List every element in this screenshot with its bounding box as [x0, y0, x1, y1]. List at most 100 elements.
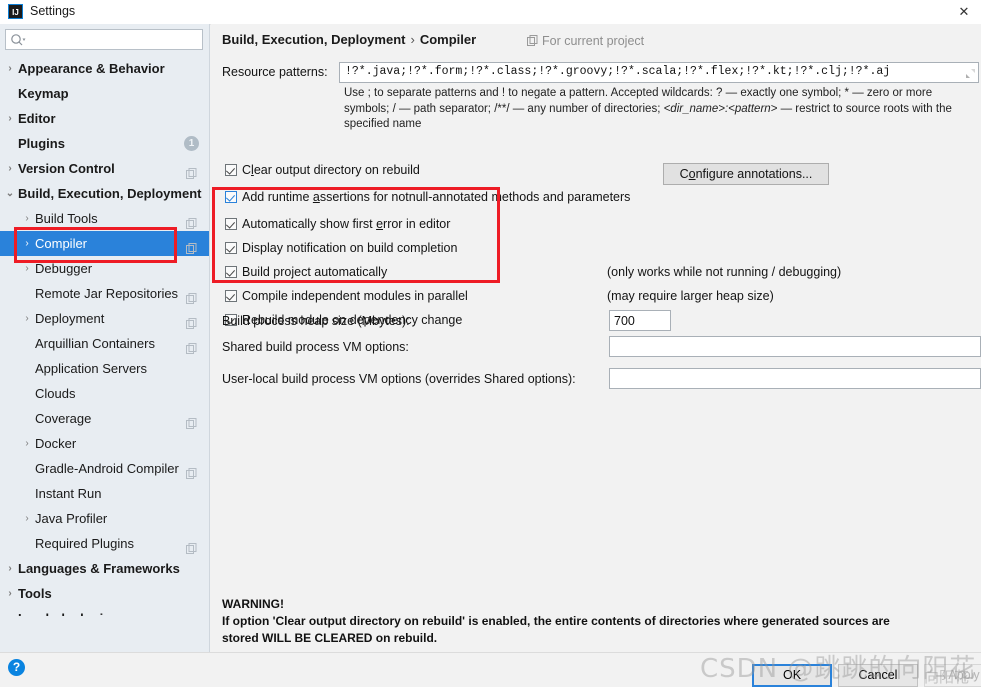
sidebar-item-label: Deployment: [35, 311, 105, 326]
help-line-2a: symbols; / — path separator; /**/ — any …: [344, 102, 664, 115]
sidebar-item-docker[interactable]: › Docker: [0, 431, 209, 456]
help-line-3: specified name: [344, 118, 422, 130]
dialog-footer: ?: [0, 652, 981, 687]
chevron-right-icon[interactable]: ›: [4, 581, 16, 606]
sidebar-item-editor[interactable]: › Editor: [0, 106, 209, 131]
sidebar-item-java-profiler[interactable]: › Java Profiler: [0, 506, 209, 531]
copy-icon: [186, 312, 197, 329]
checkbox-indicator[interactable]: [225, 164, 237, 176]
sidebar-item-clouds[interactable]: Clouds: [0, 381, 209, 406]
userlocal-vm-options-label: User-local build process VM options (ove…: [222, 372, 576, 386]
sidebar-item-lombok-plugin[interactable]: Lombok plugin: [0, 606, 209, 616]
checkbox-label: Compile independent modules in parallel: [242, 289, 468, 303]
checkbox-automatically-show-first-error[interactable]: Automatically show first error in editor: [225, 217, 450, 235]
checkbox-build-project-automatically[interactable]: Build project automatically: [225, 265, 387, 283]
search-input[interactable]: [28, 31, 202, 50]
sidebar-item-label: Plugins: [18, 136, 65, 151]
chevron-right-icon[interactable]: ›: [21, 506, 33, 531]
configure-annotations-button[interactable]: Configure annotations...: [663, 163, 829, 185]
sidebar-item-label: Keymap: [18, 86, 69, 101]
resource-patterns-field[interactable]: !?*.java;!?*.form;!?*.class;!?*.groovy;!…: [339, 62, 979, 83]
breadcrumb-separator: ›: [410, 32, 415, 47]
checkbox-label: Automatically show first error in editor: [242, 217, 451, 231]
checkbox-add-runtime-assertions-for[interactable]: Add runtime assertions for notnull-annot…: [225, 190, 630, 208]
sidebar-item-required-plugins[interactable]: Required Plugins: [0, 531, 209, 556]
settings-dialog: IJ Settings ✕ › Appearance & Behavior Keym…: [0, 0, 981, 687]
heap-size-label: Build process heap size (Mbytes):: [222, 314, 410, 328]
chevron-right-icon[interactable]: ›: [4, 106, 16, 131]
help-line-2b: <dir_name>:<pattern>: [663, 102, 778, 115]
sidebar-item-gradle-android-compiler[interactable]: Gradle-Android Compiler: [0, 456, 209, 481]
sidebar-item-label: Application Servers: [35, 361, 147, 376]
chevron-right-icon[interactable]: ›: [21, 231, 33, 256]
sidebar-item-application-servers[interactable]: Application Servers: [0, 356, 209, 381]
plugins-count-badge: 1: [184, 136, 199, 151]
checkbox-label: Add runtime assertions for notnull-annot…: [242, 190, 631, 204]
resource-patterns-help: Use ; to separate patterns and ! to nega…: [344, 86, 974, 133]
sidebar-item-label: Tools: [18, 586, 52, 601]
sidebar-item-label: Build Tools: [35, 211, 98, 226]
sidebar-item-remote-jar-repositories[interactable]: Remote Jar Repositories: [0, 281, 209, 306]
checkbox-label: Clear output directory on rebuild: [242, 163, 420, 177]
help-line-2c: — restrict to source roots with the: [777, 102, 952, 115]
sidebar-item-version-control[interactable]: › Version Control: [0, 156, 209, 181]
chevron-right-icon[interactable]: ›: [4, 56, 16, 81]
cancel-button[interactable]: Cancel: [838, 664, 918, 687]
chevron-right-icon[interactable]: ›: [4, 556, 16, 581]
title-bar: IJ Settings ✕: [0, 0, 981, 25]
sidebar: › Appearance & Behavior Keymap › Editor Plugi…: [0, 24, 210, 652]
checkbox-indicator[interactable]: [225, 191, 237, 203]
help-icon[interactable]: ?: [8, 659, 25, 676]
breadcrumb-root[interactable]: Build, Execution, Deployment: [222, 32, 405, 47]
sidebar-item-compiler[interactable]: › Compiler: [0, 231, 209, 256]
warning-block: WARNING! If option 'Clear output directo…: [222, 596, 962, 647]
sidebar-item-build-execution-deployment[interactable]: ⌄ Build, Execution, Deployment: [0, 181, 209, 206]
sidebar-item-keymap[interactable]: Keymap: [0, 81, 209, 106]
checkbox-display-notification-on-build[interactable]: Display notification on build completion: [225, 241, 457, 259]
chevron-right-icon[interactable]: ›: [21, 306, 33, 331]
checkbox-indicator[interactable]: [225, 242, 237, 254]
heap-size-input[interactable]: [609, 310, 671, 331]
chevron-right-icon[interactable]: ›: [21, 431, 33, 456]
sidebar-item-deployment[interactable]: › Deployment: [0, 306, 209, 331]
sidebar-item-languages-frameworks[interactable]: › Languages & Frameworks: [0, 556, 209, 581]
sidebar-item-label: Editor: [18, 111, 56, 126]
sidebar-item-label: Docker: [35, 436, 77, 451]
configure-annotations-label-post: nfigure annotations...: [695, 167, 813, 181]
chevron-right-icon[interactable]: ›: [21, 256, 33, 281]
search-box[interactable]: [5, 29, 203, 50]
checkbox-compile-independent-modules-in[interactable]: Compile independent modules in parallel: [225, 289, 468, 307]
ok-button[interactable]: OK: [752, 664, 832, 687]
sidebar-item-coverage[interactable]: Coverage: [0, 406, 209, 431]
chevron-down-icon[interactable]: ⌄: [4, 181, 16, 206]
shared-vm-options-label: Shared build process VM options:: [222, 340, 409, 354]
sidebar-item-build-tools[interactable]: › Build Tools: [0, 206, 209, 231]
app-icon: IJ: [8, 4, 23, 19]
apply-button[interactable]: Apply: [924, 664, 981, 687]
sidebar-item-debugger[interactable]: › Debugger: [0, 256, 209, 281]
checkbox-clear-output-directory-on[interactable]: Clear output directory on rebuild: [225, 163, 420, 181]
resource-patterns-label: Resource patterns:: [222, 65, 328, 79]
breadcrumb-leaf: Compiler: [419, 32, 477, 47]
sidebar-item-label: Instant Run: [35, 486, 102, 501]
userlocal-vm-options-input[interactable]: [609, 368, 981, 389]
sidebar-item-arquillian-containers[interactable]: Arquillian Containers: [0, 331, 209, 356]
expand-icon[interactable]: [965, 68, 976, 79]
sidebar-item-appearance-behavior[interactable]: › Appearance & Behavior: [0, 56, 209, 81]
sidebar-item-plugins[interactable]: Plugins 1: [0, 131, 209, 156]
checkbox-indicator[interactable]: [225, 218, 237, 230]
sidebar-item-tools[interactable]: › Tools: [0, 581, 209, 606]
close-icon[interactable]: ✕: [955, 3, 973, 21]
shared-vm-options-input[interactable]: [609, 336, 981, 357]
settings-tree[interactable]: › Appearance & Behavior Keymap › Editor Plugi…: [0, 56, 209, 616]
configure-annotations-label-pre: C: [679, 167, 689, 181]
sidebar-item-instant-run[interactable]: Instant Run: [0, 481, 209, 506]
sidebar-item-label: Languages & Frameworks: [18, 561, 180, 576]
checkbox-indicator[interactable]: [225, 290, 237, 302]
sidebar-item-label: Clouds: [35, 386, 76, 401]
sidebar-item-label: Arquillian Containers: [35, 336, 155, 351]
checkbox-indicator[interactable]: [225, 266, 237, 278]
chevron-right-icon[interactable]: ›: [21, 206, 33, 231]
chevron-right-icon[interactable]: ›: [4, 156, 16, 181]
warning-title: WARNING!: [222, 597, 284, 611]
